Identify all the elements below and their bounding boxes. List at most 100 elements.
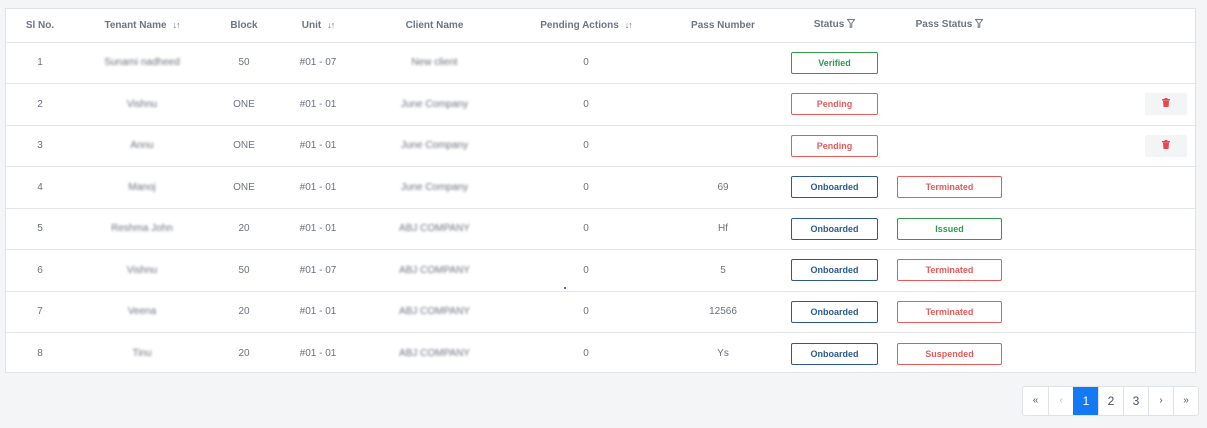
cell-actions xyxy=(1015,208,1197,250)
cell-sl-no-text: 3 xyxy=(37,140,43,152)
status-badge[interactable]: Onboarded xyxy=(791,176,878,199)
cell-pass-status xyxy=(884,125,1015,167)
status-badge[interactable]: Onboarded xyxy=(791,217,878,240)
pass-status-badge[interactable]: Issued xyxy=(897,217,1002,240)
cell-block: 20 xyxy=(210,291,278,333)
page-button-2[interactable]: 2 xyxy=(1098,387,1123,415)
cell-tenant-name-text: Vishnu xyxy=(126,264,158,276)
cell-block-text: 50 xyxy=(238,264,250,276)
trash-icon xyxy=(1162,139,1170,149)
status-badge[interactable]: Pending xyxy=(791,134,878,157)
col-label: Tenant Name xyxy=(104,19,167,31)
tenant-table-card: Sl No. Tenant Name ↓↑ Block Unit ↓↑ Client… xyxy=(5,8,1197,374)
cell-pass-status xyxy=(884,42,1015,84)
cell-pending-actions-text: 0 xyxy=(583,264,589,276)
cell-block: 20 xyxy=(210,208,278,250)
last-page-button[interactable]: » xyxy=(1173,387,1198,415)
cell-pass-status: Issued xyxy=(884,208,1015,250)
col-label: Status xyxy=(813,19,845,31)
cell-block-text: 20 xyxy=(238,348,250,359)
status-badge[interactable]: Onboarded xyxy=(791,259,878,282)
cell-sl-no: 2 xyxy=(6,84,74,126)
cell-client-name-text: June Company xyxy=(400,98,469,110)
next-page-button[interactable]: › xyxy=(1148,387,1173,415)
table-body: 1 Sunami nadheed 50 #01 - 07 New client 0 Veri… xyxy=(6,42,1197,374)
cell-sl-no-text: 8 xyxy=(37,348,43,359)
cell-sl-no-text: 1 xyxy=(37,57,43,69)
status-badge[interactable]: Pending xyxy=(791,93,878,116)
delete-button[interactable] xyxy=(1145,134,1187,157)
cell-unit: #01 - 01 xyxy=(278,208,358,250)
cell-pending-actions: 0 xyxy=(511,42,661,84)
cell-unit-text: #01 - 01 xyxy=(299,306,337,318)
delete-button[interactable] xyxy=(1145,93,1187,116)
cell-sl-no-text: 6 xyxy=(37,264,43,276)
status-badge[interactable]: Onboarded xyxy=(791,342,878,365)
cell-unit: #01 - 01 xyxy=(278,291,358,333)
cell-pending-actions-text: 0 xyxy=(583,57,589,69)
first-page-button[interactable]: « xyxy=(1023,387,1048,415)
prev-page-button[interactable]: ‹ xyxy=(1048,387,1073,415)
cell-block: 20 xyxy=(210,333,278,375)
page-button-3[interactable]: 3 xyxy=(1123,387,1148,415)
cell-actions xyxy=(1015,291,1197,333)
pass-status-badge[interactable]: Terminated xyxy=(897,176,1002,199)
cell-block-text: ONE xyxy=(233,181,255,193)
trash-icon xyxy=(1162,98,1170,108)
cell-tenant-name-text: Vishnu xyxy=(126,98,158,110)
pass-status-badge[interactable]: Terminated xyxy=(897,300,1002,323)
cell-tenant-name: Annu xyxy=(74,125,210,167)
cell-tenant-name-text: Sunami nadheed xyxy=(104,57,180,69)
filter-icon[interactable] xyxy=(974,19,984,31)
status-badge[interactable]: Onboarded xyxy=(791,300,878,323)
sort-icon[interactable]: ↓↑ xyxy=(625,20,633,30)
status-badge[interactable]: Verified xyxy=(791,51,878,74)
cell-pending-actions: 0 xyxy=(511,208,661,250)
cell-pass-number-text: 12566 xyxy=(709,306,737,318)
cell-client-name: ABJ COMPANY xyxy=(358,208,511,250)
pass-status-badge[interactable]: Terminated xyxy=(897,259,1002,282)
cell-pass-status: Suspended xyxy=(884,333,1015,375)
cell-status: Onboarded xyxy=(785,208,884,250)
sort-icon[interactable]: ↓↑ xyxy=(173,20,181,30)
cell-pending-actions: 0 xyxy=(511,167,661,209)
page-button-1[interactable]: 1 xyxy=(1073,387,1098,415)
cell-client-name: June Company xyxy=(358,84,511,126)
col-header-unit[interactable]: Unit ↓↑ xyxy=(278,9,358,42)
sort-icon[interactable]: ↓↑ xyxy=(327,20,335,30)
cell-unit: #01 - 01 xyxy=(278,333,358,375)
col-header-status[interactable]: Status xyxy=(785,9,884,42)
cell-pending-actions: 0 xyxy=(511,291,661,333)
cell-client-name: ABJ COMPANY xyxy=(358,291,511,333)
cell-unit: #01 - 01 xyxy=(278,167,358,209)
cell-tenant-name: Manoj xyxy=(74,167,210,209)
cell-unit: #01 - 01 xyxy=(278,125,358,167)
cell-client-name-text: ABJ COMPANY xyxy=(399,348,470,359)
cell-block: 50 xyxy=(210,250,278,292)
cell-pass-number-text: 69 xyxy=(717,181,729,193)
col-header-actions xyxy=(1015,9,1197,42)
filter-icon[interactable] xyxy=(846,19,856,31)
cell-block-text: ONE xyxy=(233,140,255,152)
cell-tenant-name: Vishnu xyxy=(74,250,210,292)
pass-status-badge[interactable]: Suspended xyxy=(897,342,1002,365)
col-label: Pending Actions xyxy=(540,19,619,31)
cell-pass-status: Terminated xyxy=(884,167,1015,209)
cell-unit-text: #01 - 07 xyxy=(299,264,337,276)
cell-pending-actions-text: 0 xyxy=(583,348,589,359)
cell-status: Verified xyxy=(785,42,884,84)
col-label: Pass Status xyxy=(915,19,973,31)
col-header-tenant-name[interactable]: Tenant Name ↓↑ xyxy=(74,9,210,42)
cell-pass-status: Terminated xyxy=(884,291,1015,333)
cell-pass-number xyxy=(661,42,785,84)
col-label: Sl No. xyxy=(25,19,55,31)
col-header-pending-actions[interactable]: Pending Actions ↓↑ xyxy=(511,9,661,42)
cell-unit-text: #01 - 01 xyxy=(299,140,337,152)
cell-client-name: ABJ COMPANY xyxy=(358,333,511,375)
cell-sl-no: 4 xyxy=(6,167,74,209)
cell-tenant-name: Sunami nadheed xyxy=(74,42,210,84)
col-header-pass-status[interactable]: Pass Status xyxy=(884,9,1015,42)
table-row: 7 Veena 20 #01 - 01 ABJ COMPANY 0 12566 Onboard… xyxy=(6,291,1197,333)
col-header-sl-no: Sl No. xyxy=(6,9,74,42)
cell-sl-no: 7 xyxy=(6,291,74,333)
